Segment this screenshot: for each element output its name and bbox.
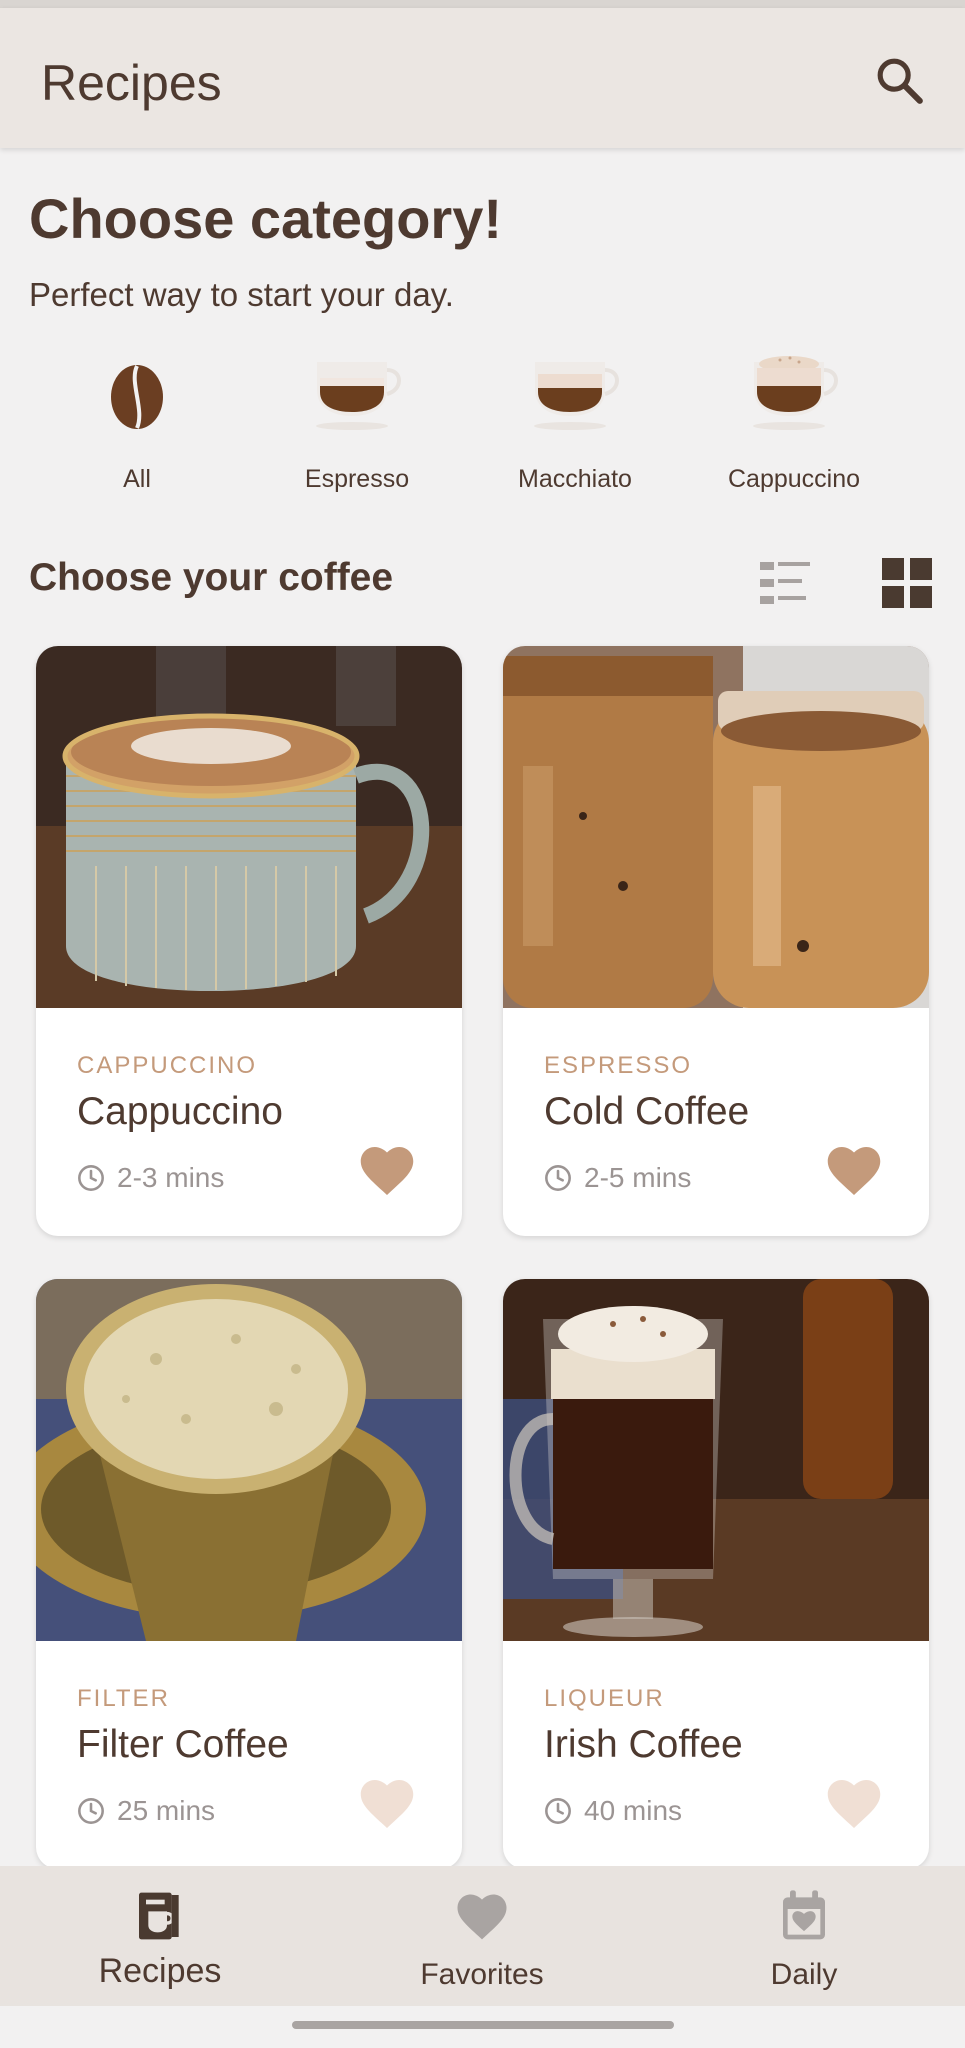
- bottom-navigation: Recipes Favorites Daily: [0, 1866, 965, 2006]
- card-category: ESPRESSO: [544, 1052, 693, 1079]
- clock-icon: [545, 1165, 571, 1191]
- search-icon: [877, 58, 923, 104]
- favorite-button[interactable]: [357, 1142, 417, 1198]
- coffee-heading: Choose your coffee: [29, 556, 394, 599]
- irish-coffee-photo: [503, 1279, 929, 1641]
- coffee-card-cappuccino[interactable]: CAPPUCCINO Cappuccino 2-3 mins: [36, 646, 462, 1236]
- favorite-button[interactable]: [357, 1775, 417, 1831]
- heart-icon: [457, 1894, 507, 1940]
- nav-label: Recipes: [98, 1952, 222, 1990]
- category-label: Macchiato: [518, 465, 632, 493]
- nav-favorites[interactable]: Favorites: [382, 1866, 582, 2006]
- category-heading: Choose category!: [29, 187, 502, 250]
- category-label: Cappuccino: [727, 465, 861, 493]
- card-title: Filter Coffee: [77, 1723, 289, 1766]
- card-title: Irish Coffee: [544, 1723, 743, 1766]
- card-time: 2-3 mins: [77, 1162, 224, 1194]
- gesture-handle[interactable]: [292, 2021, 674, 2029]
- card-category: LIQUEUR: [544, 1685, 665, 1712]
- list-view-icon: [760, 562, 810, 604]
- category-label: All: [123, 465, 151, 493]
- category-subheading: Perfect way to start your day.: [29, 276, 454, 313]
- macchiato-cup-icon: [534, 362, 619, 430]
- category-macchiato[interactable]: Macchiato: [490, 345, 660, 505]
- filter-coffee-photo: [36, 1279, 462, 1641]
- cold-coffee-photo: [503, 646, 929, 1008]
- favorite-button[interactable]: [824, 1775, 884, 1831]
- card-category: CAPPUCCINO: [77, 1052, 258, 1079]
- coffee-card-filter-coffee[interactable]: FILTER Filter Coffee 25 mins: [36, 1279, 462, 1869]
- card-time-text: 40 mins: [584, 1795, 683, 1826]
- recipe-book-icon: [139, 1892, 179, 1940]
- clock-icon: [545, 1798, 571, 1824]
- cappuccino-cup-icon: [753, 356, 838, 430]
- app-title: Recipes: [41, 55, 222, 111]
- app-bar: Recipes: [0, 8, 965, 148]
- grid-view-button[interactable]: [882, 558, 932, 608]
- list-view-button[interactable]: [758, 560, 812, 606]
- card-title: Cold Coffee: [544, 1090, 750, 1133]
- clock-icon: [78, 1165, 104, 1191]
- coffee-card-irish-coffee[interactable]: LIQUEUR Irish Coffee 40 mins: [503, 1279, 929, 1869]
- status-bar: [0, 0, 965, 8]
- clock-icon: [78, 1798, 104, 1824]
- coffee-card-cold-coffee[interactable]: ESPRESSO Cold Coffee 2-5 mins: [503, 646, 929, 1236]
- card-time-text: 2-3 mins: [117, 1162, 225, 1193]
- favorite-button[interactable]: [824, 1142, 884, 1198]
- heart-icon: [827, 1147, 881, 1195]
- heart-icon: [360, 1780, 414, 1828]
- search-button[interactable]: [872, 53, 928, 109]
- card-time-text: 2-5 mins: [584, 1162, 692, 1193]
- category-all[interactable]: All: [52, 345, 222, 505]
- grid-view-icon: [882, 558, 932, 608]
- nav-daily[interactable]: Daily: [704, 1866, 904, 2006]
- card-title: Cappuccino: [77, 1090, 283, 1133]
- coffee-bean-icon: [111, 365, 163, 429]
- card-category: FILTER: [77, 1685, 170, 1712]
- card-time: 25 mins: [77, 1795, 215, 1827]
- heart-icon: [360, 1147, 414, 1195]
- category-label: Espresso: [304, 465, 410, 493]
- card-time: 2-5 mins: [544, 1162, 691, 1194]
- heart-icon: [827, 1780, 881, 1828]
- espresso-cup-icon: [316, 362, 401, 430]
- category-cappuccino[interactable]: Cappuccino: [709, 345, 879, 505]
- category-espresso[interactable]: Espresso: [272, 345, 442, 505]
- nav-recipes[interactable]: Recipes: [60, 1866, 260, 2006]
- calendar-heart-icon: [783, 1890, 825, 1940]
- card-time: 40 mins: [544, 1795, 682, 1827]
- card-time-text: 25 mins: [117, 1795, 216, 1826]
- nav-label: Daily: [770, 1958, 838, 1991]
- nav-label: Favorites: [420, 1958, 544, 1991]
- cappuccino-photo: [36, 646, 462, 1008]
